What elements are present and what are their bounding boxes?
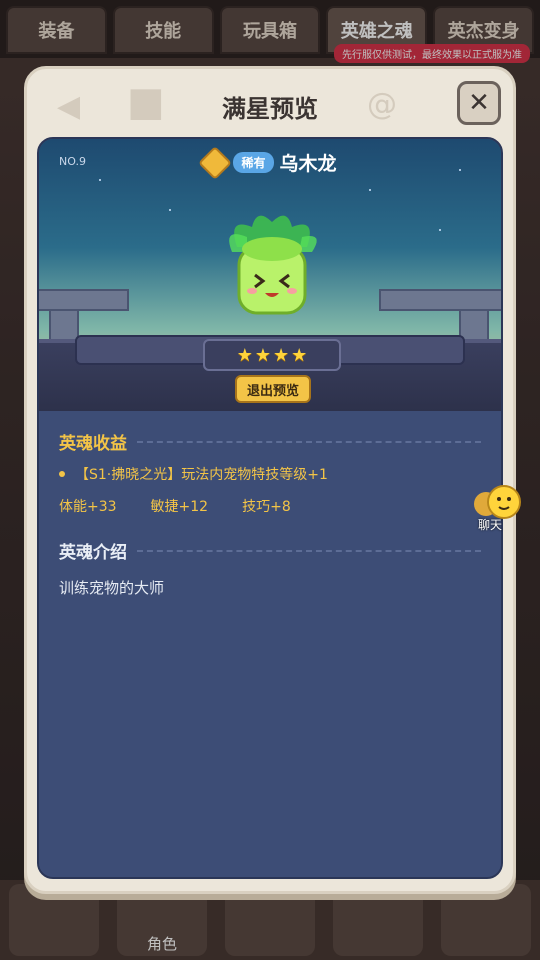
star-icon: ★: [254, 344, 271, 366]
benefits-title-text: 英魂收益: [59, 434, 127, 454]
stone-pillar-right: [379, 289, 501, 311]
stat-bonuses: 体能+33 敏捷+12 技巧+8: [59, 496, 481, 516]
star-icon: ★: [273, 344, 290, 366]
intro-title-text: 英魂介绍: [59, 543, 127, 563]
rank-diamond-icon: [198, 145, 233, 180]
stat-agility: 敏捷+12: [150, 499, 209, 515]
star-icon: ★: [236, 344, 253, 366]
intro-section-title: 英魂介绍: [59, 538, 481, 563]
star-rating: ★ ★ ★ ★: [203, 339, 341, 371]
benefit-skill-text: 【S1·拂晓之光】玩法内宠物特技等级+1: [75, 467, 328, 483]
star-icon: ★: [291, 344, 308, 366]
hero-card: NO.9 稀有 乌木龙 ★ ★ ★ ★ 退出预览 英魂收益 【S1·拂晓之光】玩…: [37, 137, 503, 879]
hero-info-panel: 英魂收益 【S1·拂晓之光】玩法内宠物特技等级+1 体能+33 敏捷+12 技巧…: [39, 411, 501, 877]
intro-text: 训练宠物的大师: [59, 579, 165, 597]
hero-showcase: NO.9 稀有 乌木龙 ★ ★ ★ ★ 退出预览: [39, 139, 501, 411]
modal-title: 满星预览: [222, 95, 318, 123]
close-icon: ✕: [468, 88, 490, 118]
chat-label: 聊天: [478, 518, 503, 532]
stat-stamina: 体能+33: [59, 499, 117, 515]
stone-pillar-left: [39, 289, 129, 311]
full-star-preview-modal: ◀ ■ @ 满星预览 ✕ NO.9 稀有 乌木龙 ★ ★ ★ ★ 退出预览 英魂…: [24, 66, 516, 894]
benefit-skill-line: 【S1·拂晓之光】玩法内宠物特技等级+1: [59, 464, 481, 484]
bullet-icon: [59, 471, 65, 477]
benefits-section-title: 英魂收益: [59, 429, 481, 454]
chat-button[interactable]: 聊天: [470, 484, 526, 532]
rarity-badge: 稀有: [233, 152, 274, 173]
close-button[interactable]: ✕: [457, 81, 501, 125]
hero-name-row: 稀有 乌木龙: [39, 145, 501, 180]
stat-skill: 技巧+8: [242, 499, 291, 515]
hero-name: 乌木龙: [279, 153, 337, 175]
hero-sprite: [229, 215, 317, 315]
exit-preview-button[interactable]: 退出预览: [235, 375, 311, 403]
